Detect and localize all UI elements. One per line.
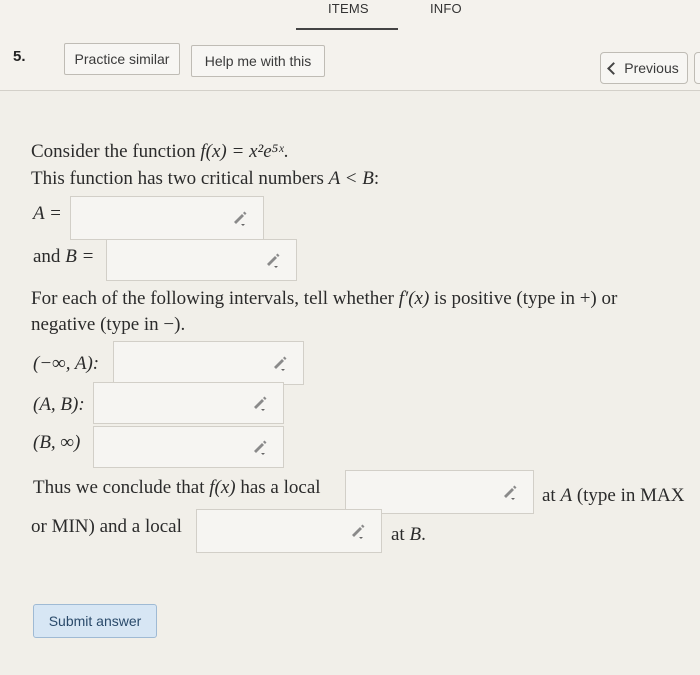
tab-info[interactable]: INFO xyxy=(430,1,462,16)
interval-3-input[interactable] xyxy=(93,426,284,468)
pencil-icon xyxy=(352,524,365,539)
function-expression: f(x) = x²e⁵ˣ xyxy=(200,141,284,162)
interval-1-label: (−∞, A): xyxy=(33,353,100,374)
at-b-text: at B. xyxy=(391,524,426,545)
interval-2-input[interactable] xyxy=(93,382,284,424)
tab-items[interactable]: ITEMS xyxy=(328,1,369,16)
b-label: and B = xyxy=(33,246,95,267)
pencil-icon xyxy=(234,211,247,226)
previous-label: Previous xyxy=(624,60,679,76)
question-content: Consider the function f(x) = x²e⁵ˣ. This… xyxy=(0,91,700,675)
problem-line-2: This function has two critical numbers A… xyxy=(31,168,380,189)
pencil-icon xyxy=(504,485,517,500)
previous-button[interactable]: Previous xyxy=(600,52,688,84)
pencil-icon xyxy=(274,356,287,371)
extremum-at-a-input[interactable] xyxy=(345,470,534,514)
pencil-icon xyxy=(254,396,267,411)
practice-similar-button[interactable]: Practice similar xyxy=(64,43,180,75)
help-me-button[interactable]: Help me with this xyxy=(191,45,325,77)
interval-3-label: (B, ∞) xyxy=(33,432,81,453)
b-input[interactable] xyxy=(106,239,297,281)
conclusion-line-2: or MIN) and a local xyxy=(31,516,182,537)
interval-2-label: (A, B): xyxy=(33,394,85,415)
interval-1-input[interactable] xyxy=(113,341,304,385)
interval-instructions-line-1: For each of the following intervals, tel… xyxy=(31,288,618,309)
problem-line-1: Consider the function f(x) = x²e⁵ˣ. xyxy=(31,141,289,162)
active-tab-indicator xyxy=(296,28,398,30)
a-label: A = xyxy=(33,203,62,224)
top-navigation-bar: ITEMS INFO 5. Practice similar Help me w… xyxy=(0,0,700,91)
chevron-left-icon xyxy=(607,61,621,75)
pencil-icon xyxy=(267,253,280,268)
a-input[interactable] xyxy=(70,196,264,240)
submit-answer-button[interactable]: Submit answer xyxy=(33,604,157,638)
at-a-text: at A (type in MAX xyxy=(542,485,685,506)
interval-instructions-line-2: negative (type in −). xyxy=(31,314,186,335)
next-button-partial[interactable] xyxy=(694,52,700,84)
conclusion-line-1: Thus we conclude that f(x) has a local xyxy=(33,477,321,498)
question-number: 5. xyxy=(13,48,26,65)
pencil-icon xyxy=(254,440,267,455)
extremum-at-b-input[interactable] xyxy=(196,509,382,553)
